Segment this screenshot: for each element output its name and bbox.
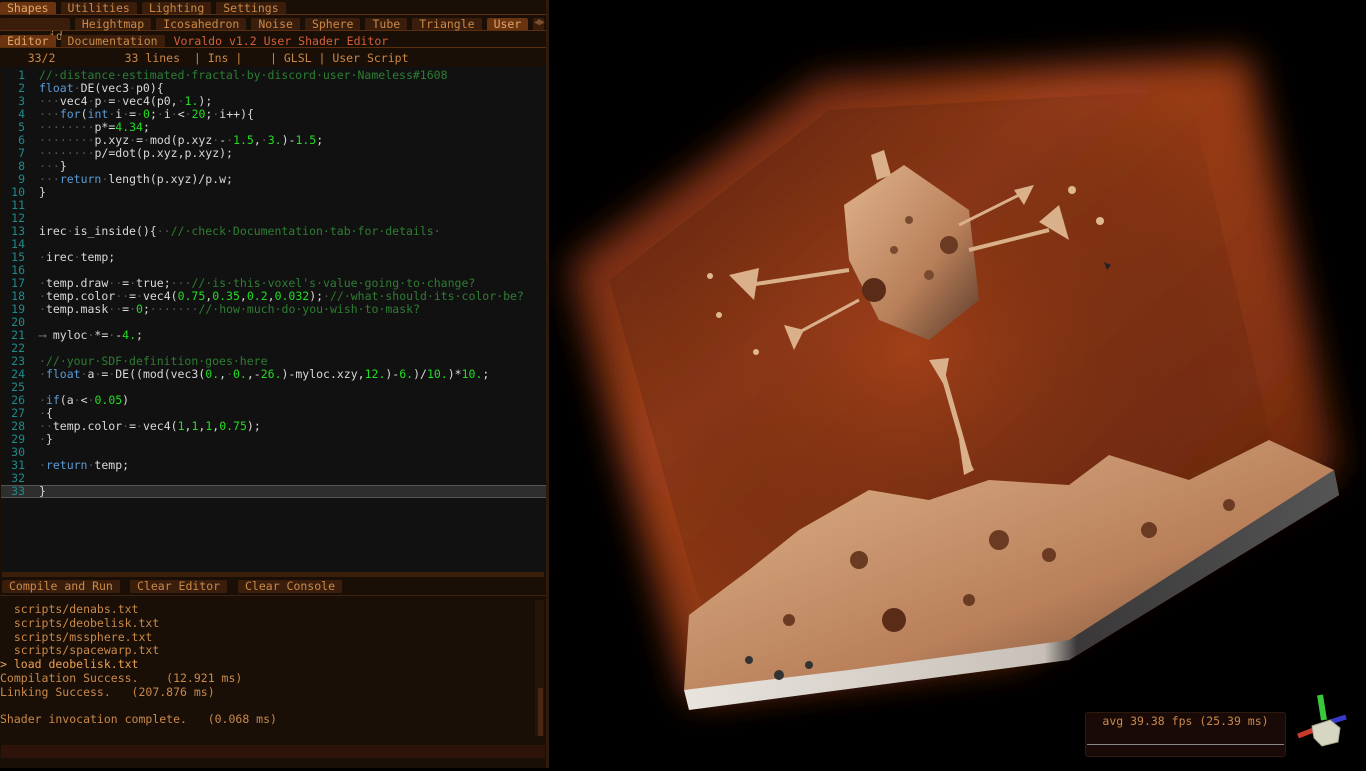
code-text: ·{ (39, 406, 53, 420)
console-line: scripts/mssphere.txt (0, 629, 153, 644)
code-text: ·temp.draw··=·true;···//·is·this·voxel's… (39, 276, 476, 290)
code-line[interactable]: 21 ⟶ myloc·*=·-4.; (1, 329, 546, 342)
tab-overflow-id[interactable]: ▼id (0, 18, 70, 43)
code-line[interactable]: 28 ··temp.color·=·vec4(1,1,1,0.75); (1, 420, 546, 433)
console-line: Linking Success. (207.876 ms) (0, 684, 215, 699)
code-text: ·//·your·SDF·definition·goes·here (39, 354, 268, 368)
clear-editor-button[interactable]: Clear Editor (130, 580, 228, 593)
volume-render (569, 55, 1339, 710)
code-line[interactable]: 13 irec·is_inside(){··//·check·Documentat… (1, 225, 546, 238)
code-text: ·} (39, 432, 53, 446)
code-text: ···} (39, 159, 67, 173)
editor-title: Voraldo v1.2 User Shader Editor (173, 34, 389, 48)
code-text: ·float·a·=·DE((mod(vec3(0.,·0.,-26.)-myl… (39, 367, 490, 381)
code-line[interactable]: 31 ·return·temp; (1, 459, 546, 472)
code-text: ··temp.color·=·vec4(1,1,1,0.75); (39, 419, 261, 433)
code-text: ········p*=4.34; (39, 120, 150, 134)
tab-utilities[interactable]: Utilities (60, 2, 137, 14)
line-number: 33 (11, 484, 25, 498)
code-text: //·distance·estimated·fractal·by·discord… (39, 68, 448, 82)
tab-scroll-arrows-icon[interactable]: ◀▶ (534, 17, 545, 28)
code-text: ···vec4·p·=·vec4(p0,·1.); (39, 94, 213, 108)
editor-tabs: Editor Documentation Voraldo v1.2 User S… (0, 33, 546, 48)
compile-and-run-button[interactable]: Compile and Run (2, 580, 120, 593)
console-line: scripts/deobelisk.txt (0, 615, 160, 630)
tab-heightmap[interactable]: Heightmap (74, 18, 152, 30)
console-output: scripts/denabs.txt scripts/deobelisk.txt… (0, 598, 546, 740)
tab-lighting[interactable]: Lighting (141, 2, 212, 14)
tab-settings[interactable]: Settings (216, 2, 286, 14)
fps-graph-line (1087, 744, 1284, 745)
code-text: ·temp.mask··=·0;·······//·how·much·do·yo… (39, 302, 420, 316)
tab-user[interactable]: User (486, 18, 529, 30)
action-buttons: Compile and Run Clear Editor Clear Conso… (0, 579, 546, 596)
code-text: irec·is_inside(){··//·check·Documentatio… (39, 224, 441, 238)
code-text: float·DE(vec3·p0){ (39, 81, 164, 95)
console-input[interactable] (1, 745, 545, 758)
tab-triangle[interactable]: Triangle (412, 18, 482, 30)
code-line[interactable]: 15 ·irec·temp; (1, 251, 546, 264)
code-line[interactable]: 7 ········p/=dot(p.xyz,p.xyz); (1, 147, 546, 160)
console-line: scripts/spacewarp.txt (0, 643, 160, 658)
code-text: ···return·length(p.xyz)/p.w; (39, 172, 233, 186)
code-line[interactable]: 32 (1, 472, 546, 485)
code-line[interactable]: 9 ···return·length(p.xyz)/p.w; (1, 173, 546, 186)
code-line[interactable]: 19 ·temp.mask··=·0;·······//·how·much·do·… (1, 303, 546, 316)
shape-tabs: ▼id Heightmap Icosahedron Noise Sphere T… (0, 16, 546, 43)
code-text: ········p.xyz·=·mod(p.xyz·-·1.5,·3.)-1.5… (39, 133, 324, 147)
code-text: } (39, 185, 46, 199)
console-line: Shader invocation complete. (0.068 ms) (0, 712, 277, 727)
y-axis (1317, 694, 1327, 721)
tab-icosahedron[interactable]: Icosahedron (156, 18, 247, 30)
fps-counter: avg 39.38 fps (25.39 ms) (1085, 712, 1286, 757)
tab-sphere[interactable]: Sphere (304, 18, 361, 30)
code-text: ········p/=dot(p.xyz,p.xyz); (39, 146, 233, 160)
editor-horizontal-scrollbar[interactable] (2, 572, 544, 577)
code-line[interactable]: 11 (1, 199, 546, 212)
tab-noise[interactable]: Noise (251, 18, 300, 30)
console-scrollbar-thumb[interactable] (538, 688, 543, 736)
clear-console-button[interactable]: Clear Console (238, 580, 343, 593)
code-line[interactable]: 24 ·float·a·=·DE((mod(vec3(0.,·0.,-26.)-m… (1, 368, 546, 381)
code-text: ·if(a·<·0.05) (39, 393, 130, 407)
console-line: Compilation Success. (12.921 ms) (0, 671, 243, 685)
code-line[interactable]: 33} (1, 485, 546, 498)
code-text: ·temp.color··=·vec4(0.75,0.35,0.2,0.032)… (39, 289, 524, 303)
main-menu-tabs: Shapes Utilities Lighting Settings (0, 0, 546, 15)
console-line: scripts/denabs.txt (0, 602, 139, 616)
render-viewport[interactable] (549, 0, 1366, 768)
code-line[interactable]: 26 ·if(a·<·0.05) (1, 394, 546, 407)
editor-status-bar: 33/2 33 lines | Ins | | GLSL | User Scri… (0, 51, 409, 65)
code-text: ·return·temp; (39, 458, 130, 472)
code-text: ⟶ myloc·*=·-4.; (39, 328, 143, 342)
gizmo-cube (1311, 719, 1341, 747)
tab-editor[interactable]: Editor (0, 35, 56, 47)
code-text: ···for(int·i·=·0;·i·<·20;·i++){ (39, 107, 254, 121)
code-editor[interactable]: 1//·distance·estimated·fractal·by·discor… (1, 67, 546, 572)
code-line[interactable]: 10} (1, 186, 546, 199)
orientation-gizmo-icon[interactable] (1290, 690, 1366, 768)
code-text: ·irec·temp; (39, 250, 116, 264)
tab-documentation[interactable]: Documentation (60, 35, 165, 47)
fps-text: avg 39.38 fps (25.39 ms) (1102, 714, 1269, 728)
tab-tube[interactable]: Tube (365, 18, 408, 30)
console-line: > load deobelisk.txt (0, 657, 139, 672)
shader-editor-panel: Shapes Utilities Lighting Settings ▼id H… (0, 0, 549, 768)
code-line[interactable]: 29 ·} (1, 433, 546, 446)
tab-shapes[interactable]: Shapes (0, 2, 56, 14)
code-text: } (39, 484, 46, 498)
z-axis (1329, 714, 1347, 725)
